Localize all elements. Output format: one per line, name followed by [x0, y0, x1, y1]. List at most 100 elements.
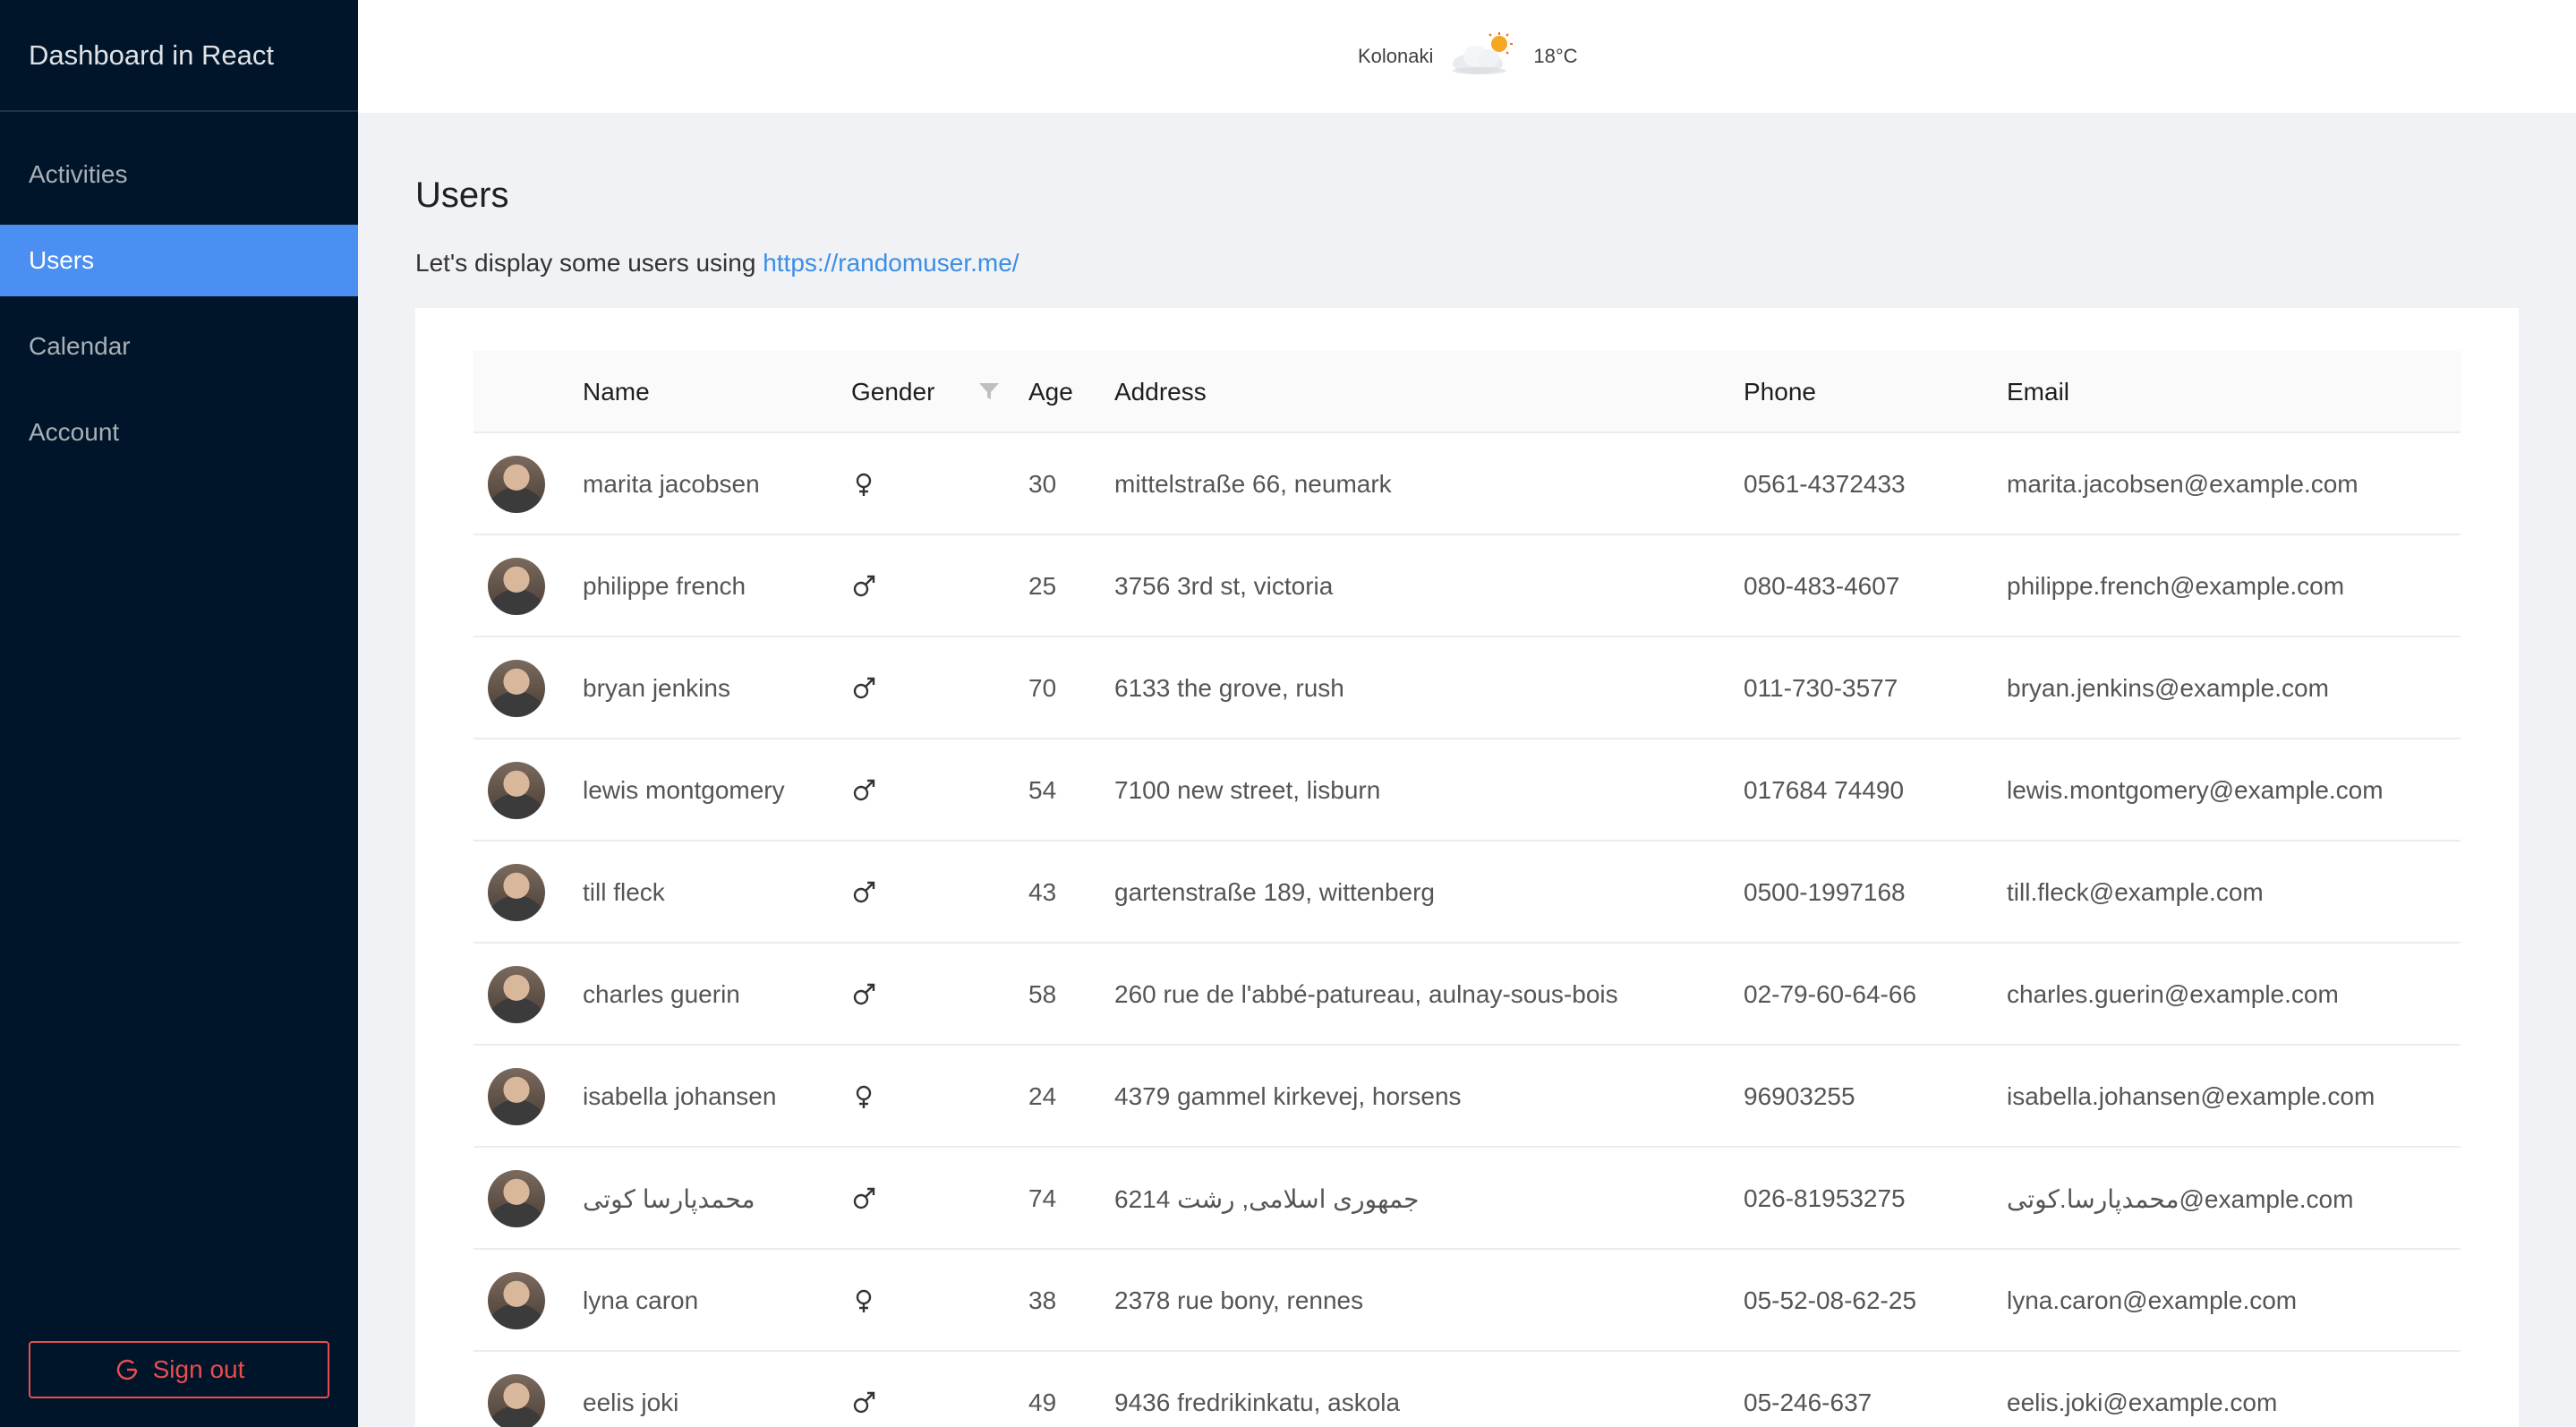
table-row: marita jacobsen 30 mittelstraße 66, neumar…	[473, 433, 2461, 535]
users-card: Name Gender Age Address Phone Email mari…	[415, 308, 2519, 1427]
user-address: 2378 rue bony, rennes	[1114, 1286, 1364, 1314]
filter-icon[interactable]	[977, 381, 1001, 401]
user-gender	[851, 944, 876, 1046]
google-icon	[116, 1359, 137, 1380]
table-row: charles guerin 58 260 rue de l'abbé-pature…	[473, 944, 2461, 1046]
intro-label: Let's display some users using	[415, 249, 763, 277]
sign-out-button[interactable]: Sign out	[29, 1341, 329, 1398]
column-header-address: Address	[1114, 378, 1207, 406]
sidebar-item-users[interactable]: Users	[0, 225, 358, 296]
male-icon	[853, 1391, 875, 1414]
user-age: 54	[1028, 776, 1057, 804]
table-row: محمدپارسا کوتی 74 6214 جمهوری اسلامی, رشت 0…	[473, 1148, 2461, 1250]
male-icon	[853, 881, 875, 903]
sidebar: Dashboard in React Activities Users Cale…	[0, 0, 358, 1427]
sign-out-label: Sign out	[152, 1355, 245, 1383]
user-address: 6133 the grove, rush	[1114, 674, 1344, 702]
sidebar-item-label: Activities	[29, 160, 128, 188]
user-name: marita jacobsen	[583, 470, 760, 498]
user-age: 58	[1028, 980, 1057, 1008]
table-row: lewis montgomery 54 7100 new street, lisbu…	[473, 739, 2461, 842]
table-header: Name Gender Age Address Phone Email	[473, 351, 2461, 433]
randomuser-link[interactable]: https://randomuser.me/	[763, 249, 1019, 277]
user-phone: 05-246-637	[1744, 1389, 1872, 1416]
avatar	[488, 1170, 545, 1227]
user-address: 4379 gammel kirkevej, horsens	[1114, 1082, 1462, 1110]
table-row: lyna caron 38 2378 rue bony, rennes 05-52-0…	[473, 1250, 2461, 1352]
table-row: philippe french 25 3756 3rd st, victoria 08…	[473, 535, 2461, 637]
user-name: lyna caron	[583, 1286, 699, 1314]
user-phone: 0500-1997168	[1744, 878, 1906, 906]
sidebar-item-label: Account	[29, 418, 120, 446]
app-root: Dashboard in React Activities Users Cale…	[0, 0, 2576, 1427]
sidebar-item-label: Calendar	[29, 332, 131, 360]
avatar	[488, 762, 545, 819]
user-gender	[851, 1250, 876, 1352]
user-email: lyna.caron@example.com	[2007, 1286, 2298, 1314]
user-email: isabella.johansen@example.com	[2007, 1082, 2376, 1110]
user-email: lewis.montgomery@example.com	[2007, 776, 2384, 804]
user-phone: 05-52-08-62-25	[1744, 1286, 1917, 1314]
avatar	[488, 1374, 545, 1427]
user-gender	[851, 1046, 876, 1148]
user-address: 9436 fredrikinkatu, askola	[1114, 1389, 1401, 1416]
user-gender	[851, 739, 876, 842]
user-address: mittelstraße 66, neumark	[1114, 470, 1392, 498]
sidebar-item-account[interactable]: Account	[0, 397, 358, 468]
user-email: till.fleck@example.com	[2007, 878, 2264, 906]
user-address: 7100 new street, lisburn	[1114, 776, 1381, 804]
table-body: marita jacobsen 30 mittelstraße 66, neumar…	[473, 433, 2461, 1427]
user-gender	[851, 433, 876, 535]
user-name: till fleck	[583, 878, 665, 906]
table-row: till fleck 43 gartenstraße 189, wittenberg…	[473, 842, 2461, 944]
user-gender	[851, 535, 876, 637]
female-icon	[856, 473, 872, 496]
user-age: 25	[1028, 572, 1057, 600]
user-email: charles.guerin@example.com	[2007, 980, 2339, 1008]
app-brand: Dashboard in React	[0, 0, 358, 112]
partly-cloudy-icon	[1453, 32, 1514, 74]
sidebar-item-label: Users	[29, 246, 95, 274]
user-email: marita.jacobsen@example.com	[2007, 470, 2358, 498]
weather-location: Kolonaki	[1358, 45, 1434, 67]
user-name: lewis montgomery	[583, 776, 785, 804]
female-icon	[856, 1289, 872, 1312]
user-age: 49	[1028, 1389, 1057, 1416]
user-age: 30	[1028, 470, 1057, 498]
column-header-email: Email	[2007, 378, 2070, 406]
user-gender	[851, 637, 876, 739]
user-address: 260 rue de l'abbé-patureau, aulnay-sous-…	[1114, 980, 1618, 1008]
sidebar-item-calendar[interactable]: Calendar	[0, 311, 358, 382]
column-header-age: Age	[1028, 378, 1073, 406]
table-row: isabella johansen 24 4379 gammel kirkevej,…	[473, 1046, 2461, 1148]
user-email: محمدپارسا.کوتی@example.com	[2007, 1184, 2354, 1213]
user-phone: 96903255	[1744, 1082, 1855, 1110]
user-gender	[851, 1352, 876, 1427]
user-email: philippe.french@example.com	[2007, 572, 2345, 600]
avatar	[488, 456, 545, 513]
user-name: bryan jenkins	[583, 674, 730, 702]
user-phone: 011-730-3577	[1744, 674, 1898, 702]
user-gender	[851, 842, 876, 944]
avatar	[488, 966, 545, 1023]
user-name: charles guerin	[583, 980, 740, 1008]
user-age: 70	[1028, 674, 1057, 702]
user-phone: 02-79-60-64-66	[1744, 980, 1917, 1008]
table-row: bryan jenkins 70 6133 the grove, rush 011-7…	[473, 637, 2461, 739]
user-address: gartenstraße 189, wittenberg	[1114, 878, 1435, 906]
table-row: eelis joki 49 9436 fredrikinkatu, askola 05…	[473, 1352, 2461, 1427]
male-icon	[853, 779, 875, 801]
column-header-phone: Phone	[1744, 378, 1816, 406]
male-icon	[853, 575, 875, 597]
user-email: bryan.jenkins@example.com	[2007, 674, 2329, 702]
sidebar-item-activities[interactable]: Activities	[0, 139, 358, 210]
user-name: محمدپارسا کوتی	[583, 1184, 755, 1213]
user-age: 38	[1028, 1286, 1057, 1314]
male-icon	[853, 983, 875, 1005]
sidebar-nav: Activities Users Calendar Account	[0, 139, 358, 468]
male-icon	[853, 1187, 875, 1209]
column-header-name: Name	[583, 378, 650, 406]
user-address: 6214 جمهوری اسلامی, رشت	[1114, 1184, 1420, 1213]
user-age: 74	[1028, 1184, 1057, 1212]
user-address: 3756 3rd st, victoria	[1114, 572, 1334, 600]
